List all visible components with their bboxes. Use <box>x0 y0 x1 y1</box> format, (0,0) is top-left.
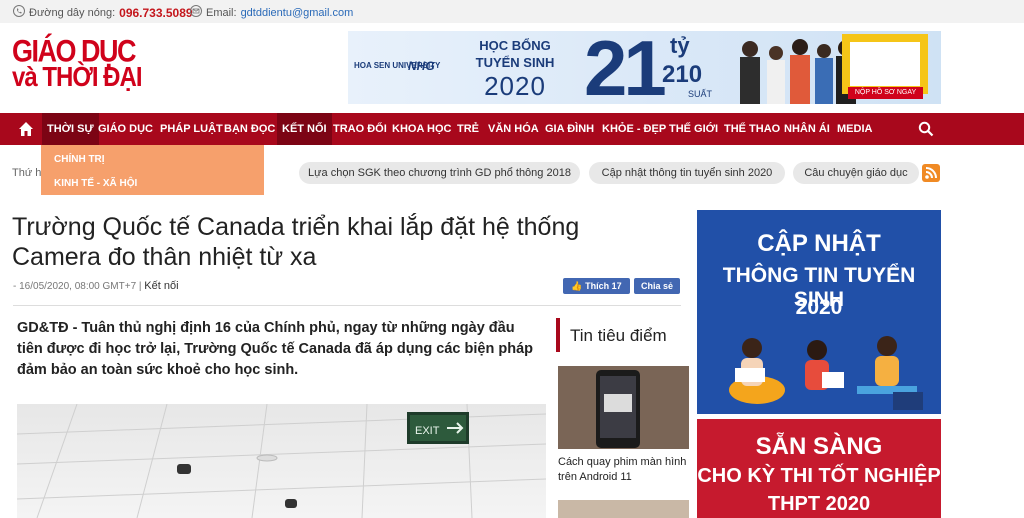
nav-item-khoe-dep[interactable]: KHỎE - ĐẸP <box>602 113 666 145</box>
top-contact-bar: Đường dây nóng: 096.733.5089 Email: gdtd… <box>0 0 1024 23</box>
email-icon <box>190 5 202 20</box>
site-logo[interactable]: GIÁO DỤC và THỜI ĐẠI <box>12 34 152 93</box>
banner-yellow-frame <box>842 34 928 94</box>
email-link[interactable]: gdtddientu@gmail.com <box>241 7 354 19</box>
main-nav: THỜI SỰ GIÁO DỤC PHÁP LUẬT BẠN ĐỌC KẾT N… <box>0 113 1024 145</box>
ad1-line-3: 2020 <box>795 296 843 319</box>
nav-item-van-hoa[interactable]: VĂN HÓA <box>488 113 539 145</box>
nav-dropdown-thoi-su: CHÍNH TRỊ KINH TẾ - XÃ HỘI <box>41 145 264 195</box>
nav-item-media[interactable]: MEDIA <box>837 113 872 145</box>
banner-slots: 210 <box>662 61 703 88</box>
featured-story-caption[interactable]: Cách quay phim màn hình trên Android 11 <box>558 455 693 485</box>
nav-item-nhan-ai[interactable]: NHÂN ÁI <box>784 113 830 145</box>
featured-heading-box: Tin tiêu điểm <box>556 318 689 352</box>
nav-item-trao-doi[interactable]: TRAO ĐỔI <box>333 113 387 145</box>
ad-thi-tot-nghiep[interactable]: SẴN SÀNG CHO KỲ THI TỐT NGHIỆP THPT 2020 <box>697 419 941 518</box>
nav-item-the-thao[interactable]: THỂ THAO <box>724 113 780 145</box>
ad1-line-1: CẬP NHẬT <box>757 230 881 257</box>
rss-icon[interactable] <box>922 164 940 182</box>
ad2-line-1: SẴN SÀNG <box>755 433 883 460</box>
featured-story-2-thumbnail[interactable] <box>558 500 689 518</box>
nav-item-ban-doc[interactable]: BẠN ĐỌC <box>224 113 275 145</box>
tag-cau-chuyen[interactable]: Câu chuyện giáo dục <box>793 162 919 184</box>
nav-item-ket-noi[interactable]: KẾT NỐI <box>277 113 332 145</box>
top-banner-ad[interactable]: HOA SEN UNIVERSITY NHG HỌC BỔNG TUYỂN SI… <box>348 31 941 104</box>
search-icon[interactable] <box>918 121 934 137</box>
banner-cta[interactable]: NỘP HỒ SƠ NGAY <box>848 87 923 99</box>
article-sapo: GD&TĐ - Tuân thủ nghị định 16 của Chính … <box>17 320 533 378</box>
nav-item-the-gioi[interactable]: THẾ GIỚI <box>669 113 718 145</box>
article-photo: EXIT <box>17 404 546 518</box>
tag-sgk[interactable]: Lựa chọn SGK theo chương trình GD phổ th… <box>299 162 580 184</box>
logo-line-2: và THỜI ĐẠI <box>12 62 142 94</box>
banner-brand: NHG <box>408 59 435 73</box>
like-label: Thích 17 <box>585 281 622 291</box>
article-meta: - 16/05/2020, 08:00 GMT+7 | Kết nối <box>13 280 179 292</box>
nav-item-thoi-su[interactable]: THỜI SỰ <box>42 113 99 145</box>
article-date: - 16/05/2020, 08:00 GMT+7 | <box>13 281 142 292</box>
ad-tuyen-sinh[interactable]: CẬP NHẬT THÔNG TIN TUYỂN SINH 2020 <box>697 210 941 414</box>
article-title: Trường Quốc tế Canada triển khai lắp đặt… <box>12 213 580 271</box>
banner-unit: tỷ <box>670 33 690 58</box>
banner-amount: 21 <box>584 31 667 104</box>
nav-item-giao-duc[interactable]: GIÁO DỤC <box>98 113 153 145</box>
exit-sign-text: EXIT <box>415 425 440 437</box>
home-icon[interactable] <box>18 121 34 137</box>
nav-item-tre[interactable]: TRẺ <box>457 113 479 145</box>
hotline: Đường dây nóng: 096.733.5089 <box>13 5 193 20</box>
thumbs-up-icon: 👍 <box>571 281 583 291</box>
email-contact: Email: gdtddientu@gmail.com <box>190 5 353 20</box>
facebook-like-button[interactable]: 👍 Thích 17 <box>563 278 630 294</box>
email-label: Email: <box>206 6 237 19</box>
ad2-line-2: CHO KỲ THI TỐT NGHIỆP <box>697 465 941 487</box>
nav-item-phap-luat[interactable]: PHÁP LUẬT <box>160 113 223 145</box>
breadcrumb: Thứ h <box>12 167 42 179</box>
banner-slots-unit: SUẤT <box>688 89 713 99</box>
ad1-illustration <box>729 336 923 410</box>
divider <box>13 305 681 306</box>
phone-icon <box>13 5 25 20</box>
ad2-line-3: THPT 2020 <box>767 493 871 515</box>
featured-story-thumbnail[interactable] <box>558 366 689 449</box>
hotline-number[interactable]: 096.733.5089 <box>119 6 192 20</box>
tag-tuyen-sinh[interactable]: Cập nhật thông tin tuyển sinh 2020 <box>589 162 785 184</box>
banner-headline: HỌC BỔNG TUYỂN SINH <box>475 38 555 70</box>
hotline-label: Đường dây nóng: <box>29 6 116 19</box>
nav-item-khoa-hoc[interactable]: KHOA HỌC <box>392 113 451 145</box>
dropdown-item-chinh-tri[interactable]: CHÍNH TRỊ <box>54 154 105 165</box>
facebook-share-button[interactable]: Chia sẻ <box>634 278 680 294</box>
nav-item-gia-dinh[interactable]: GIA ĐÌNH <box>545 113 594 145</box>
article-category[interactable]: Kết nối <box>144 280 178 292</box>
dropdown-item-kinh-te-xa-hoi[interactable]: KINH TẾ - XÃ HỘI <box>54 178 137 189</box>
featured-heading: Tin tiêu điểm <box>570 326 667 345</box>
banner-year: 2020 <box>484 71 546 101</box>
